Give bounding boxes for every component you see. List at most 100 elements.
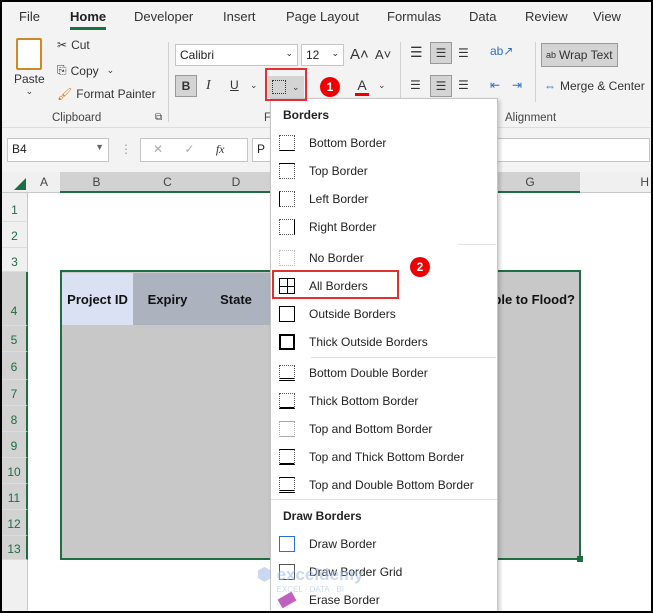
header-cell-project-id[interactable]: Project ID: [62, 273, 133, 325]
tab-home[interactable]: Home: [70, 9, 107, 30]
row-header-10[interactable]: 10: [2, 458, 28, 484]
paste-button[interactable]: Paste ⌄: [14, 38, 45, 97]
menu-item-top-bottom-border[interactable]: Top and Bottom Border: [279, 417, 495, 441]
column-header-c[interactable]: C: [133, 172, 202, 193]
increase-font-size-button[interactable]: A˄: [350, 46, 369, 63]
header-cell-expiry[interactable]: Expiry: [133, 273, 202, 325]
copy-button[interactable]: ⎘ Copy ⌄: [57, 63, 114, 78]
top-double-bottom-border-icon: [279, 477, 295, 493]
column-header-d[interactable]: D: [202, 172, 270, 193]
row-header-3[interactable]: 3: [2, 248, 28, 272]
format-painter-button[interactable]: 🖌 Format Painter: [57, 87, 156, 101]
row-header-9[interactable]: 9: [2, 432, 28, 458]
column-header-h[interactable]: H: [580, 172, 651, 193]
wrap-text-icon: ab: [546, 50, 557, 60]
copy-icon: ⎘: [57, 63, 67, 77]
tab-formulas[interactable]: Formulas: [387, 9, 441, 24]
chevron-down-icon[interactable]: ⌄: [378, 80, 386, 91]
clipboard-group-label: Clipboard: [52, 112, 102, 124]
outside-borders-icon: [279, 306, 295, 322]
row-header-5[interactable]: 5: [2, 326, 28, 352]
merge-icon: ⇔: [544, 79, 556, 93]
menu-item-top-double-bottom-border[interactable]: Top and Double Bottom Border: [279, 473, 495, 497]
tab-insert[interactable]: Insert: [223, 9, 256, 24]
draw-borders-header: Draw Borders: [283, 509, 362, 523]
enter-icon[interactable]: ✓: [184, 142, 194, 156]
menu-item-outside-borders[interactable]: Outside Borders: [279, 302, 495, 326]
row-header-2[interactable]: 2: [2, 222, 28, 248]
watermark-logo: ⬢ exceldemy EXCEL · DATA · BI: [257, 565, 364, 594]
chevron-down-icon[interactable]: ⌄: [250, 80, 258, 91]
menu-item-left-border[interactable]: Left Border: [279, 187, 495, 211]
bold-button[interactable]: B: [175, 75, 197, 97]
menu-item-draw-border[interactable]: Draw Border: [279, 532, 495, 556]
align-center-button[interactable]: ☰: [430, 75, 452, 97]
menu-item-bottom-double-border[interactable]: Bottom Double Border: [279, 361, 495, 385]
align-left-button[interactable]: ☰: [410, 78, 421, 92]
alignment-group-label: Alignment: [505, 112, 557, 124]
orientation-button[interactable]: ab↗: [490, 44, 513, 58]
menu-item-right-border[interactable]: Right Border: [279, 215, 495, 239]
merge-center-button[interactable]: ⇔ Merge & Center: [544, 79, 645, 93]
thick-bottom-border-icon: [279, 393, 295, 409]
row-header-4[interactable]: 4: [2, 272, 28, 326]
italic-button[interactable]: I: [206, 78, 211, 94]
font-size-select[interactable]: 12 ⌄: [301, 44, 344, 66]
tab-developer[interactable]: Developer: [134, 9, 193, 24]
borders-dropdown-menu: Borders Bottom Border Top Border Left Bord…: [257, 98, 498, 613]
align-bottom-button[interactable]: ☰: [458, 46, 469, 60]
no-border-icon: [279, 250, 295, 266]
tab-review[interactable]: Review: [525, 9, 568, 24]
top-bottom-border-icon: [279, 421, 295, 437]
menu-item-thick-bottom-border[interactable]: Thick Bottom Border: [279, 389, 495, 413]
row-header-13[interactable]: 13: [2, 536, 28, 560]
fill-handle[interactable]: [577, 556, 583, 562]
column-header-b[interactable]: B: [60, 172, 133, 193]
wrap-text-button[interactable]: ab Wrap Text: [541, 43, 618, 67]
borders-menu-header: Borders: [283, 108, 330, 122]
header-cell-state[interactable]: State: [202, 273, 270, 325]
align-middle-button[interactable]: ☰: [430, 42, 452, 64]
menu-item-thick-outside-borders[interactable]: Thick Outside Borders: [279, 330, 495, 354]
chevron-down-icon: ⌄: [25, 86, 34, 96]
cancel-icon[interactable]: ✕: [153, 142, 163, 156]
bottom-border-icon: [279, 135, 295, 151]
paintbrush-icon: 🖌: [57, 87, 73, 101]
fx-icon[interactable]: fx: [216, 142, 225, 156]
clipboard-icon: [16, 38, 43, 70]
formula-buttons: ✕ ✓ fx: [140, 138, 248, 162]
right-border-icon: [279, 219, 295, 235]
row-header-6[interactable]: 6: [2, 352, 28, 380]
tab-file[interactable]: File: [19, 9, 40, 24]
increase-indent-button[interactable]: ⇥: [512, 78, 522, 92]
step-badge-1: 1: [320, 77, 340, 97]
step-badge-2: 2: [410, 257, 430, 277]
cut-button[interactable]: ✂ Cut: [57, 38, 90, 52]
tab-page-layout[interactable]: Page Layout: [286, 9, 359, 24]
ribbon-tabs: File Home Developer Insert Page Layout F…: [0, 0, 653, 34]
row-header-7[interactable]: 7: [2, 380, 28, 406]
underline-button[interactable]: U: [230, 78, 239, 92]
align-top-button[interactable]: ☰: [410, 44, 423, 61]
select-all-corner[interactable]: [2, 172, 28, 193]
align-right-button[interactable]: ☰: [458, 78, 469, 92]
menu-item-top-thick-bottom-border[interactable]: Top and Thick Bottom Border: [279, 445, 495, 469]
font-color-button[interactable]: A: [355, 77, 369, 96]
row-header-11[interactable]: 11: [2, 484, 28, 510]
dialog-launcher-icon[interactable]: ⧉: [155, 112, 162, 123]
decrease-font-size-button[interactable]: A˅: [375, 47, 391, 62]
menu-item-top-border[interactable]: Top Border: [279, 159, 495, 183]
row-header-1[interactable]: 1: [2, 193, 28, 222]
font-name-select[interactable]: Calibri ⌄: [175, 44, 298, 66]
row-header-12[interactable]: 12: [2, 510, 28, 536]
chevron-down-icon: ⌄: [106, 65, 115, 75]
tab-view[interactable]: View: [593, 9, 621, 24]
menu-item-no-border[interactable]: No Border: [279, 246, 495, 270]
row-header-8[interactable]: 8: [2, 406, 28, 432]
decrease-indent-button[interactable]: ⇤: [490, 78, 500, 92]
column-header-a[interactable]: A: [28, 172, 60, 193]
name-box[interactable]: B4 ▼: [7, 138, 109, 162]
tab-data[interactable]: Data: [469, 9, 496, 24]
bottom-double-border-icon: [279, 365, 295, 381]
menu-item-bottom-border[interactable]: Bottom Border: [279, 131, 495, 155]
